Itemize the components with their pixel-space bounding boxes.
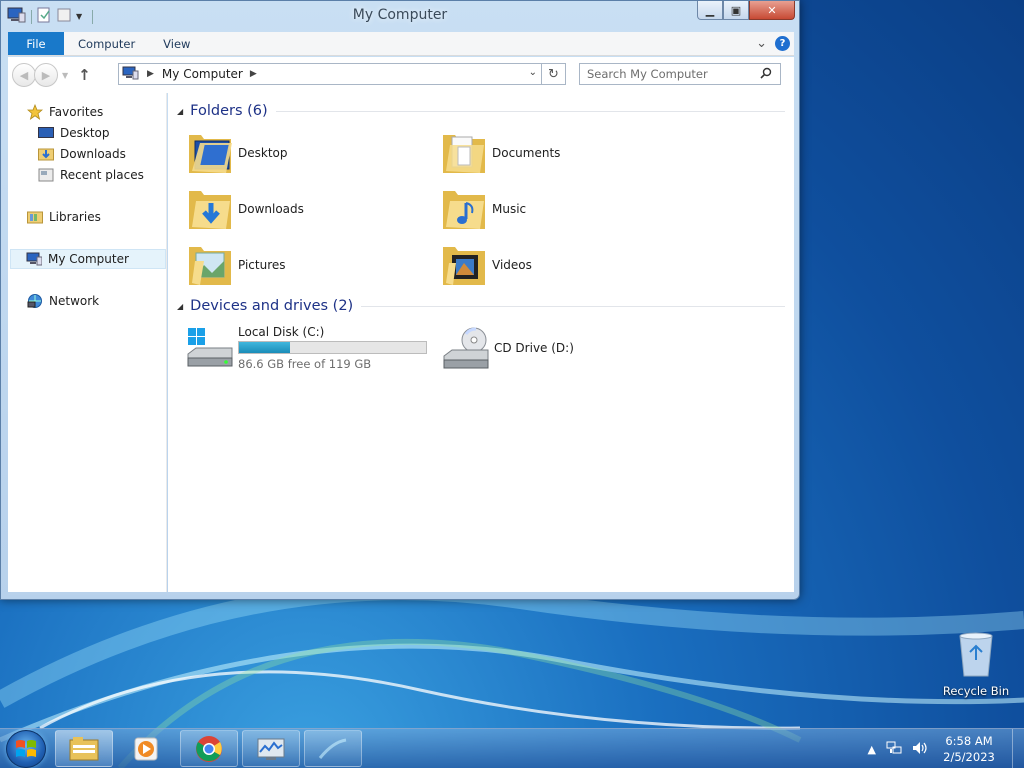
nav-item-my-computer[interactable]: My Computer — [10, 249, 166, 269]
taskbar-window[interactable] — [304, 730, 362, 767]
windows-logo-icon — [16, 740, 36, 757]
media-player-icon — [134, 737, 158, 760]
libraries-icon — [27, 210, 43, 224]
nav-item-favorites[interactable]: Favorites — [27, 102, 103, 122]
drive-tile-cd-drive[interactable]: CD Drive (D:) — [440, 320, 690, 376]
drive-info: Local Disk (C:) 86.6 GB free of 119 GB — [238, 325, 427, 371]
music-folder-icon — [443, 191, 485, 229]
breadcrumb-chevron-icon[interactable]: ▶ — [147, 69, 154, 79]
show-hidden-icons-icon[interactable]: ▲ — [868, 743, 876, 756]
network-icon — [27, 294, 43, 308]
cd-drive-icon — [443, 327, 489, 369]
desktop-icon — [38, 126, 54, 140]
taskbar-resource-monitor[interactable] — [242, 730, 300, 767]
navigation-bar: ◀ ▶ ▼ ↑ ▶ My Computer ▶ ⌄ ↻ — [8, 57, 794, 93]
address-bar[interactable]: ▶ My Computer ▶ ⌄ — [118, 63, 542, 85]
folder-tile-downloads[interactable]: Downloads — [186, 184, 426, 234]
forward-button[interactable]: ▶ — [34, 63, 58, 87]
computer-icon — [26, 252, 42, 266]
explorer-window[interactable]: ▼ My Computer ▁ ▣ ✕ File Computer View ⌄… — [0, 0, 800, 600]
nav-item-libraries[interactable]: Libraries — [27, 207, 101, 227]
title-bar[interactable]: ▼ My Computer ▁ ▣ ✕ — [1, 1, 799, 31]
devices-group-header[interactable]: ◢ Devices and drives (2) — [177, 298, 785, 314]
back-arrow-icon: ◀ — [19, 68, 29, 82]
file-explorer-icon — [69, 736, 99, 760]
downloads-folder-icon — [189, 191, 231, 229]
star-icon — [27, 104, 43, 120]
tab-view[interactable]: View — [149, 32, 204, 55]
downloads-icon — [38, 147, 54, 161]
minimize-button[interactable]: ▁ — [697, 1, 723, 20]
forward-arrow-icon: ▶ — [41, 68, 51, 82]
taskbar-chrome[interactable] — [180, 730, 238, 767]
maximize-icon: ▣ — [730, 3, 742, 17]
computer-icon — [122, 66, 140, 83]
recycle-bin-desktop-icon[interactable]: Recycle Bin — [940, 630, 1012, 698]
resource-monitor-icon — [257, 738, 285, 760]
taskbar-file-explorer[interactable] — [55, 730, 113, 767]
nav-item-network[interactable]: Network — [27, 291, 99, 311]
drive-tile-local-disk[interactable]: Local Disk (C:) 86.6 GB free of 119 GB — [184, 320, 434, 376]
ribbon-tabs: File Computer View ⌄ ? — [8, 32, 794, 56]
recent-locations-dropdown-icon[interactable]: ▼ — [62, 71, 68, 80]
videos-folder-icon — [443, 247, 485, 285]
recent-places-icon — [38, 168, 54, 182]
network-status-icon[interactable] — [886, 741, 902, 758]
taskbar-media-player[interactable] — [117, 730, 175, 767]
caption-buttons: ▁ ▣ ✕ — [697, 1, 795, 20]
content-pane: ◢ Folders (6) Desktop Documents Download… — [168, 93, 794, 592]
recycle-bin-label: Recycle Bin — [942, 684, 1010, 698]
volume-icon[interactable] — [912, 741, 928, 758]
expand-ribbon-icon[interactable]: ⌄ — [756, 36, 767, 51]
tab-computer[interactable]: Computer — [64, 32, 149, 55]
breadcrumb-my-computer[interactable]: My Computer — [162, 67, 243, 81]
folder-tile-videos[interactable]: Videos — [440, 240, 680, 290]
desktop-folder-icon — [189, 135, 232, 173]
show-desktop-button[interactable] — [1012, 729, 1024, 768]
breadcrumb-chevron-icon[interactable]: ▶ — [250, 69, 257, 79]
nav-item-recent-places[interactable]: Recent places — [38, 165, 144, 185]
help-icon[interactable]: ? — [775, 36, 790, 51]
recycle-bin-icon — [959, 632, 993, 677]
refresh-button[interactable]: ↻ — [542, 63, 566, 85]
navigation-pane: Favorites Desktop Downloads Recent place… — [8, 93, 167, 592]
start-button[interactable] — [6, 730, 46, 768]
disk-usage-bar — [238, 341, 427, 354]
back-button[interactable]: ◀ — [12, 63, 36, 87]
search-icon[interactable] — [760, 67, 772, 82]
close-icon: ✕ — [767, 3, 777, 17]
local-disk-icon — [187, 328, 233, 367]
up-arrow-icon[interactable]: ↑ — [78, 66, 91, 84]
pictures-folder-icon — [189, 247, 231, 285]
folder-tile-desktop[interactable]: Desktop — [186, 128, 426, 178]
taskbar-clock[interactable]: 6:58 AM 2/5/2023 — [938, 733, 1000, 765]
system-tray: ▲ 6:58 AM 2/5/2023 — [868, 729, 1024, 768]
collapse-triangle-icon[interactable]: ◢ — [177, 107, 183, 116]
search-input[interactable] — [579, 63, 781, 85]
clock-time: 6:58 AM — [945, 734, 993, 748]
nav-item-downloads[interactable]: Downloads — [38, 144, 126, 164]
disk-usage-fill — [239, 342, 290, 353]
close-button[interactable]: ✕ — [749, 1, 795, 20]
minimize-icon: ▁ — [705, 3, 715, 17]
chrome-icon — [196, 735, 222, 762]
tab-file[interactable]: File — [8, 32, 64, 55]
clock-date: 2/5/2023 — [943, 750, 995, 764]
address-dropdown-icon[interactable]: ⌄ — [529, 67, 537, 78]
folder-tile-music[interactable]: Music — [440, 184, 680, 234]
window-bottom-border — [8, 592, 794, 595]
window-title: My Computer — [352, 7, 448, 23]
documents-folder-icon — [443, 135, 485, 173]
ribbon-right: ⌄ ? — [756, 32, 794, 55]
nav-item-desktop[interactable]: Desktop — [38, 123, 110, 143]
folder-tile-pictures[interactable]: Pictures — [186, 240, 426, 290]
folders-group-header[interactable]: ◢ Folders (6) — [177, 103, 785, 119]
maximize-button[interactable]: ▣ — [723, 1, 749, 20]
blank-window-icon — [318, 738, 347, 759]
refresh-icon: ↻ — [548, 66, 559, 82]
collapse-triangle-icon[interactable]: ◢ — [177, 302, 183, 311]
taskbar: ▲ 6:58 AM 2/5/2023 — [0, 728, 1024, 768]
folder-tile-documents[interactable]: Documents — [440, 128, 680, 178]
